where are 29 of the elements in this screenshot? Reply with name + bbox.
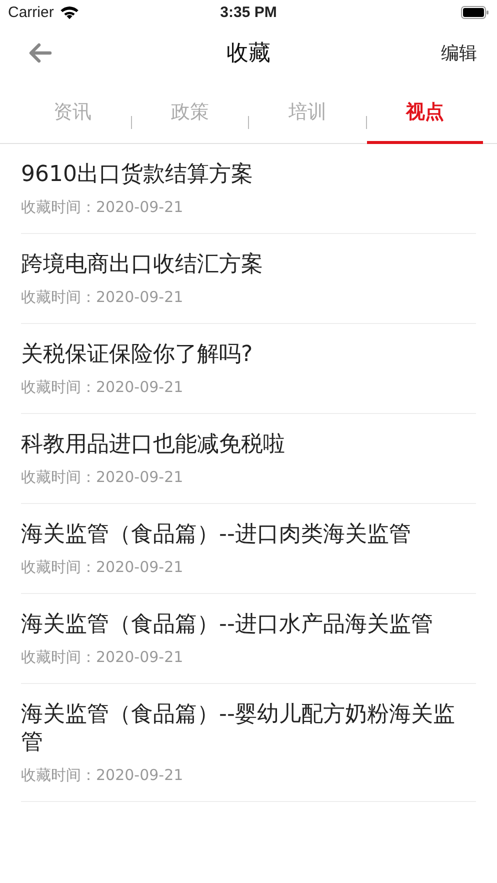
wifi-icon <box>60 6 79 20</box>
article-title: 科教用品进口也能减免税啦 <box>21 431 286 459</box>
article-title: 海关监管（食品篇）--进口水产品海关监管 <box>21 611 434 639</box>
saved-date: 收藏时间：2020-09-21 <box>21 765 184 785</box>
list-item[interactable]: 关税保证保险你了解吗? 收藏时间：2020-09-21 <box>21 324 476 414</box>
status-time: 3:35 PM <box>220 4 277 21</box>
edit-button[interactable]: 编辑 <box>441 36 477 68</box>
list-item[interactable]: 海关监管（食品篇）--婴幼儿配方奶粉海关监管 收藏时间：2020-09-21 <box>21 684 476 802</box>
article-title: 关税保证保险你了解吗? <box>21 341 254 369</box>
saved-date: 收藏时间：2020-09-21 <box>21 557 184 577</box>
list-item[interactable]: 科教用品进口也能减免税啦 收藏时间：2020-09-21 <box>21 414 476 504</box>
saved-date: 收藏时间：2020-09-21 <box>21 467 184 487</box>
page-title: 收藏 <box>226 40 270 68</box>
article-title: 9610出口货款结算方案 <box>21 161 254 189</box>
list-item[interactable]: 海关监管（食品篇）--进口水产品海关监管 收藏时间：2020-09-21 <box>21 594 476 684</box>
article-title: 海关监管（食品篇）--进口肉类海关监管 <box>21 521 412 549</box>
list-item[interactable]: 跨境电商出口收结汇方案 收藏时间：2020-09-21 <box>21 234 476 324</box>
article-title: 跨境电商出口收结汇方案 <box>21 251 264 279</box>
saved-date: 收藏时间：2020-09-21 <box>21 647 184 667</box>
carrier-label: Carrier <box>8 4 54 21</box>
battery-icon <box>461 6 489 19</box>
saved-date: 收藏时间：2020-09-21 <box>21 197 184 217</box>
back-arrow-icon[interactable] <box>28 42 52 62</box>
list-item[interactable]: 9610出口货款结算方案 收藏时间：2020-09-21 <box>21 144 476 234</box>
saved-date: 收藏时间：2020-09-21 <box>21 287 184 307</box>
saved-date: 收藏时间：2020-09-21 <box>21 377 184 397</box>
article-title: 海关监管（食品篇）--婴幼儿配方奶粉海关监管 <box>21 701 456 757</box>
list-item[interactable]: 海关监管（食品篇）--进口肉类海关监管 收藏时间：2020-09-21 <box>21 504 476 594</box>
tab[interactable]: 视点 <box>366 80 483 144</box>
